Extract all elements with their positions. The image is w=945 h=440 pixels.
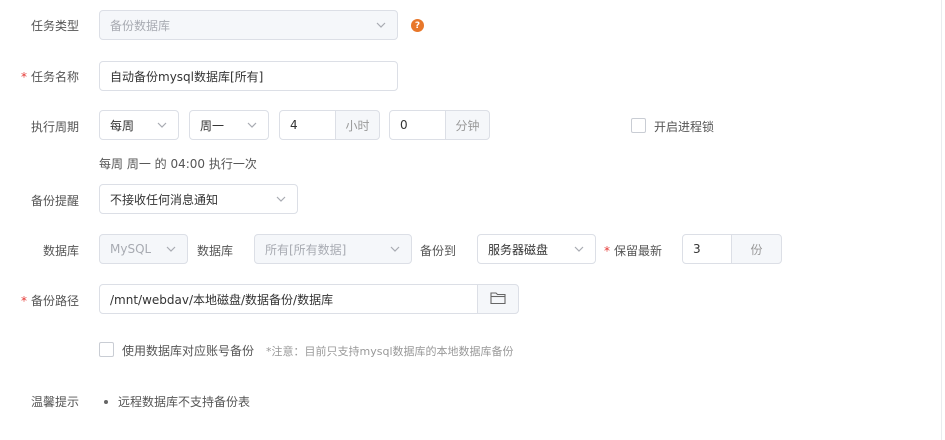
- database-type-value: MySQL: [110, 242, 152, 256]
- reminder-label: 备份提醒: [31, 194, 80, 208]
- database-type-select[interactable]: MySQL: [99, 234, 188, 264]
- task-type-value: 备份数据库: [110, 18, 171, 33]
- task-type-select[interactable]: 备份数据库: [99, 10, 398, 40]
- cycle-hour-input[interactable]: 4 小时: [279, 110, 380, 140]
- task-name-input[interactable]: 自动备份mysql数据库[所有]: [99, 61, 398, 91]
- chevron-down-icon: [275, 193, 287, 205]
- cycle-hour-value: 4: [290, 118, 298, 132]
- account-backup-note: *注意：目前只支持mysql数据库的本地数据库备份: [266, 345, 514, 358]
- cycle-weekday-value: 周一: [200, 118, 225, 133]
- panel-edge: [941, 0, 942, 440]
- folder-icon: [490, 291, 506, 308]
- cycle-summary: 每周 周一 的 04:00 执行一次: [99, 157, 257, 171]
- account-backup-label: 使用数据库对应账号备份: [122, 344, 255, 358]
- tips-item-text: 远程数据库不支持备份表: [118, 395, 251, 409]
- cycle-weekday-select[interactable]: 周一: [189, 110, 269, 140]
- question-circle-icon[interactable]: ?: [411, 19, 424, 32]
- keep-latest-value: 3: [693, 242, 701, 256]
- keep-latest-label: * 保留最新: [604, 244, 663, 258]
- account-backup-checkbox[interactable]: [99, 342, 114, 357]
- folder-button[interactable]: [477, 284, 519, 314]
- process-lock-checkbox[interactable]: [631, 118, 646, 133]
- keep-latest-unit: 份: [731, 234, 782, 264]
- task-name-label: * 任务名称: [21, 70, 80, 84]
- keep-latest-input[interactable]: 3 份: [682, 234, 782, 264]
- cycle-frequency-select[interactable]: 每周: [99, 110, 179, 140]
- tips-list-item: 远程数据库不支持备份表: [104, 393, 250, 410]
- chevron-down-icon: [389, 243, 401, 255]
- chevron-down-icon: [375, 19, 387, 31]
- task-type-label: 任务类型: [31, 19, 80, 33]
- backup-path-value: /mnt/webdav/本地磁盘/数据备份/数据库: [110, 292, 334, 307]
- database-db-label: 数据库: [197, 244, 234, 258]
- minute-unit: 分钟: [445, 110, 490, 140]
- bullet-icon: [104, 399, 108, 404]
- database-label: 数据库: [43, 244, 80, 258]
- cycle-frequency-value: 每周: [110, 118, 135, 133]
- process-lock-label: 开启进程锁: [654, 120, 715, 134]
- cycle-label: 执行周期: [31, 120, 80, 134]
- backup-to-value: 服务器磁盘: [488, 242, 549, 257]
- chevron-down-icon: [246, 119, 258, 131]
- tips-label: 温馨提示: [31, 395, 80, 409]
- chevron-down-icon: [573, 243, 585, 255]
- chevron-down-icon: [165, 243, 177, 255]
- task-name-value: 自动备份mysql数据库[所有]: [110, 69, 264, 84]
- hour-unit: 小时: [335, 110, 380, 140]
- reminder-value: 不接收任何消息通知: [110, 192, 219, 207]
- cycle-minute-value: 0: [400, 118, 408, 132]
- backup-path-input[interactable]: /mnt/webdav/本地磁盘/数据备份/数据库: [99, 284, 519, 314]
- backup-to-label: 备份到: [420, 244, 457, 258]
- chevron-down-icon: [156, 119, 168, 131]
- backup-to-select[interactable]: 服务器磁盘: [477, 234, 596, 264]
- reminder-select[interactable]: 不接收任何消息通知: [99, 184, 298, 214]
- database-db-select[interactable]: 所有[所有数据]: [254, 234, 412, 264]
- cycle-minute-input[interactable]: 0 分钟: [389, 110, 490, 140]
- database-db-value: 所有[所有数据]: [265, 242, 347, 257]
- backup-path-label: * 备份路径: [21, 294, 80, 308]
